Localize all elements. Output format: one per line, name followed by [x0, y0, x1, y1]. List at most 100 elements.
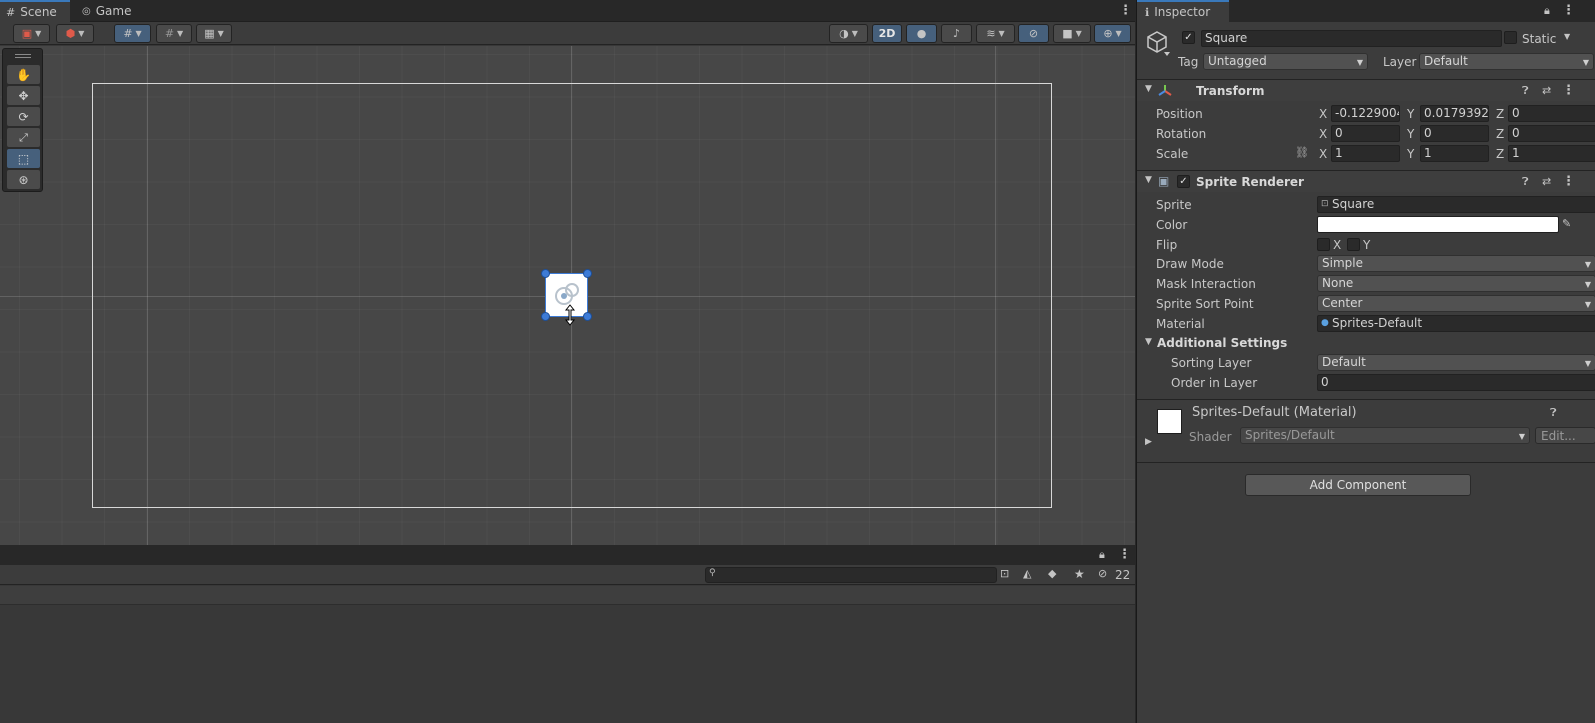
flip-y-checkbox[interactable]: [1347, 238, 1360, 251]
rotation-x-field[interactable]: 0: [1331, 125, 1400, 142]
component-options-icon[interactable]: ⋮: [1562, 175, 1575, 188]
position-x-field[interactable]: -0.1229004: [1331, 105, 1400, 122]
flip-y-label: Y: [1363, 238, 1371, 252]
axis-x-label: X: [1319, 147, 1328, 161]
favorite-star-icon[interactable]: ★: [1074, 567, 1085, 581]
rotate-tool-button[interactable]: ⟳: [7, 107, 40, 126]
constrain-proportions-icon[interactable]: ⛓: [1295, 146, 1309, 159]
foldout-arrow-icon[interactable]: ▼: [1145, 175, 1152, 185]
preset-icon[interactable]: ⇄: [1542, 84, 1551, 97]
material-preview-swatch: [1157, 409, 1182, 434]
scale-tool-button[interactable]: ⤢: [7, 128, 40, 147]
position-z-field[interactable]: 0: [1508, 105, 1595, 122]
mask-interaction-dropdown[interactable]: None ▼: [1317, 275, 1595, 292]
sprite-sort-point-dropdown[interactable]: Center ▼: [1317, 295, 1595, 312]
search-input[interactable]: ⚲: [705, 567, 997, 583]
rotation-y-field[interactable]: 0: [1420, 125, 1489, 142]
inspector-window: ℹ Inspector 🔒︎ ⋮ ✓ Square Static ▼ Tag U…: [1136, 0, 1595, 723]
layer-label: Layer: [1383, 55, 1417, 69]
inspector-options-icon[interactable]: ⋮: [1562, 4, 1575, 17]
view-tool-button[interactable]: ✋: [7, 65, 40, 84]
resize-vertical-cursor-icon: [564, 304, 576, 326]
tab-scene[interactable]: # Scene: [0, 0, 70, 22]
tag-dropdown[interactable]: Untagged ▼: [1203, 53, 1368, 70]
material-field[interactable]: ● Sprites-Default: [1317, 315, 1595, 332]
shader-dropdown[interactable]: Sprites/Default ▼: [1240, 427, 1530, 444]
foldout-arrow-icon[interactable]: ▼: [1145, 84, 1152, 94]
scale-z-field[interactable]: 1: [1508, 145, 1595, 162]
move-tool-button[interactable]: ✥: [7, 86, 40, 105]
scale-icon: ⤢: [19, 130, 28, 144]
grid-icon: #: [6, 5, 16, 19]
scene-camera-button[interactable]: ■ ▼: [1053, 24, 1091, 43]
increment-snap-button[interactable]: # ▼: [156, 24, 192, 43]
sprite-renderer-header[interactable]: ▼ ▣ ✓ Sprite Renderer ❓︎ ⇄ ⋮: [1137, 170, 1595, 192]
tab-game[interactable]: ◎ Game: [76, 0, 142, 22]
palette-grip[interactable]: [15, 54, 31, 55]
flip-x-checkbox[interactable]: [1317, 238, 1330, 251]
lock-icon[interactable]: 🔒︎: [1099, 548, 1105, 562]
rotate-icon: ⟳: [18, 109, 29, 124]
filter-type-icon[interactable]: ◭: [1023, 567, 1031, 580]
shader-label: Shader: [1189, 430, 1232, 444]
chevron-down-icon[interactable]: ▼: [1564, 32, 1570, 41]
scene-visibility-button[interactable]: ⊘: [1018, 24, 1049, 43]
order-in-layer-field[interactable]: 0: [1317, 374, 1595, 391]
toggle-2d-button[interactable]: 2D: [872, 24, 902, 43]
foldout-arrow-icon[interactable]: ▼: [1145, 337, 1152, 347]
tool-handle-position-button[interactable]: ▣ ▼: [13, 24, 50, 43]
scale-y-field[interactable]: 1: [1420, 145, 1489, 162]
draw-mode-button[interactable]: ◑ ▼: [829, 24, 868, 43]
gizmos-button[interactable]: ⊕ ▼: [1094, 24, 1131, 43]
color-swatch[interactable]: [1317, 216, 1559, 233]
material-asset-icon: ●: [1321, 318, 1329, 328]
help-icon[interactable]: ❓︎: [1522, 84, 1529, 98]
grid-view-button[interactable]: ▦ ▼: [196, 24, 232, 43]
component-options-icon[interactable]: ⋮: [1562, 84, 1575, 97]
rect-handle[interactable]: [583, 269, 592, 278]
help-icon[interactable]: ❓︎: [1522, 175, 1529, 189]
audio-toggle-button[interactable]: ♪: [941, 24, 972, 43]
inspector-lock-icon[interactable]: 🔒︎: [1544, 4, 1550, 18]
effects-button[interactable]: ≋ ▼: [976, 24, 1015, 43]
tab-inspector[interactable]: ℹ Inspector: [1137, 0, 1229, 22]
scene-options-icon[interactable]: ⋮: [1119, 4, 1132, 17]
tool-handle-rotation-button[interactable]: ⬢ ▼: [56, 24, 94, 43]
edit-shader-button[interactable]: Edit...: [1535, 427, 1595, 444]
active-checkbox[interactable]: ✓: [1182, 31, 1195, 44]
hidden-eye-icon[interactable]: ⊘: [1098, 567, 1107, 580]
lighting-toggle-button[interactable]: ●: [906, 24, 937, 43]
draw-mode-dropdown[interactable]: Simple ▼: [1317, 255, 1595, 272]
rect-handle[interactable]: [541, 312, 550, 321]
help-icon[interactable]: ❓︎: [1550, 406, 1557, 420]
sprite-field[interactable]: ⊡ Square: [1317, 196, 1595, 213]
layer-dropdown[interactable]: Default ▼: [1419, 53, 1594, 70]
scale-x-field[interactable]: 1: [1331, 145, 1400, 162]
rect-handle[interactable]: [583, 312, 592, 321]
rotation-z-field[interactable]: 0: [1508, 125, 1595, 142]
additional-settings-label[interactable]: Additional Settings: [1157, 336, 1287, 350]
transform-tool-button[interactable]: ⊛: [7, 170, 40, 189]
add-component-button[interactable]: Add Component: [1245, 474, 1471, 496]
shading-icon: ◑: [839, 27, 849, 40]
rect-handle[interactable]: [541, 269, 550, 278]
search-by-type-icon[interactable]: ⊡: [1000, 567, 1009, 580]
eyedropper-icon[interactable]: ✎: [1562, 217, 1571, 230]
palette-grip[interactable]: [15, 57, 31, 58]
rect-tool-button[interactable]: ⬚: [7, 149, 40, 168]
transform-header[interactable]: ▼ Transform ❓︎ ⇄ ⋮: [1137, 79, 1595, 101]
foldout-collapsed-icon[interactable]: ▶: [1145, 437, 1152, 447]
sprite-renderer-enabled-checkbox[interactable]: ✓: [1177, 175, 1190, 188]
tab-game-label: Game: [95, 4, 132, 18]
position-y-field[interactable]: 0.0179392: [1420, 105, 1489, 122]
sorting-layer-dropdown[interactable]: Default ▼: [1317, 354, 1595, 371]
preset-icon[interactable]: ⇄: [1542, 175, 1551, 188]
label-tag-icon[interactable]: ◆: [1048, 567, 1056, 580]
object-name-field[interactable]: Square: [1201, 30, 1502, 47]
grid-snapping-button[interactable]: # ▼: [114, 24, 151, 43]
scene-viewport[interactable]: [0, 46, 1135, 545]
panel-options-icon[interactable]: ⋮: [1118, 548, 1131, 561]
inspector-tabbar: ℹ Inspector 🔒︎ ⋮: [1137, 0, 1595, 22]
layer-value: Default: [1424, 54, 1468, 68]
static-checkbox[interactable]: [1504, 31, 1517, 44]
